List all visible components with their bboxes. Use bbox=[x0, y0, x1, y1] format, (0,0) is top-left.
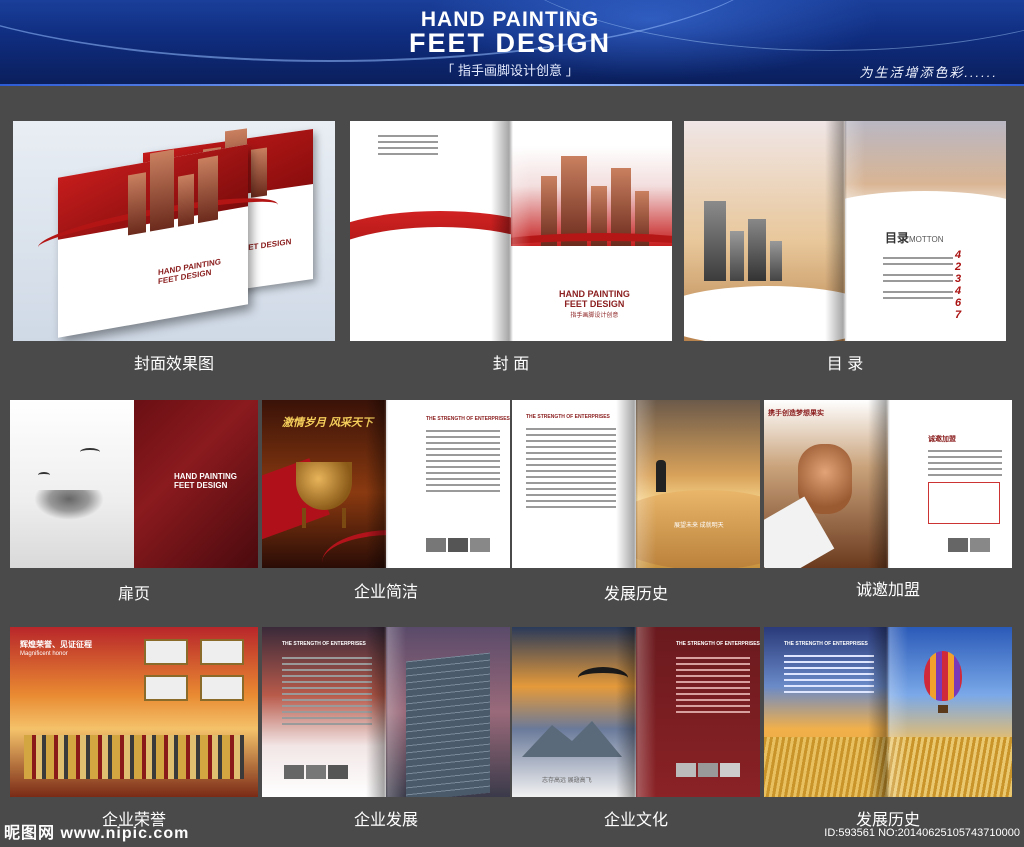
toc-heading: 目录 bbox=[885, 231, 910, 245]
join-heading: 诚邀加盟 bbox=[928, 436, 956, 443]
brand-line2: FEET DESIGN bbox=[564, 299, 625, 309]
panel-development[interactable]: THE STRENGTH OF ENTERPRISES bbox=[262, 627, 510, 797]
spread-brand: HAND PAINTING FEET DESIGN 指手画脚设计创意 bbox=[559, 289, 630, 321]
panel-join-us[interactable]: 携手创造梦想果实 诚邀加盟 bbox=[764, 400, 1012, 568]
header-title-line2: FEET DESIGN bbox=[408, 28, 612, 58]
title-page-brand: HAND PAINTING FEET DESIGN bbox=[174, 472, 237, 490]
toc-number: 4 bbox=[955, 249, 962, 261]
page-left bbox=[350, 121, 511, 341]
watermark-id: ID:593561 NO:20140625105743710000 bbox=[824, 827, 1020, 839]
section-heading: THE STRENGTH OF ENTERPRISES bbox=[676, 641, 760, 647]
mountain-shape bbox=[522, 721, 622, 757]
section-heading: THE STRENGTH OF ENTERPRISES bbox=[784, 641, 868, 647]
eagle-caption: 志存高远 展翅高飞 bbox=[542, 778, 592, 784]
header-banner: HAND PAINTING FEET DESIGN 「 指手画脚设计创意 」 为… bbox=[0, 0, 1024, 84]
section-heading: THE STRENGTH OF ENTERPRISES bbox=[526, 414, 610, 420]
page-left bbox=[10, 400, 134, 568]
honor-subheading: Magnificent honor bbox=[20, 651, 68, 657]
toc-number: 2 bbox=[955, 261, 962, 273]
hero-slogan: 激情岁月 风采天下 bbox=[282, 417, 374, 429]
toc-subheading: MOTTON bbox=[909, 235, 944, 244]
bird-shape bbox=[80, 448, 100, 456]
spine-fold bbox=[366, 400, 406, 568]
toc-number: 3 bbox=[955, 273, 962, 285]
spine-fold bbox=[616, 400, 656, 568]
toc-numbers: 4 2 3 4 6 7 bbox=[955, 249, 961, 321]
section-heading: THE STRENGTH OF ENTERPRISES bbox=[282, 641, 366, 647]
caption-toc: 目 录 bbox=[826, 356, 864, 373]
trophy-row bbox=[24, 735, 244, 779]
watermark-site: 昵图网 www.nipic.com bbox=[4, 825, 190, 842]
spine-fold bbox=[868, 400, 908, 568]
hot-air-balloon bbox=[924, 651, 962, 701]
spine-fold bbox=[366, 627, 406, 797]
toc-number: 7 bbox=[955, 309, 962, 321]
caption-company-intro: 企业简洁 bbox=[353, 584, 418, 601]
honor-heading: 辉煌荣誉、见证征程 bbox=[20, 640, 92, 649]
caption-cover: 封 面 bbox=[492, 356, 530, 373]
book-front-brand: HAND PAINTING FEET DESIGN bbox=[158, 257, 221, 286]
panel-honors[interactable]: 辉煌荣誉、见证征程 Magnificent honor bbox=[10, 627, 258, 797]
spine-fold bbox=[491, 121, 531, 341]
brand-line1: HAND PAINTING bbox=[559, 289, 630, 299]
caption-development: 企业发展 bbox=[353, 812, 418, 829]
panel-cover-mockup[interactable]: FEET DESIGN HAND PAINTING FEET DESIGN bbox=[13, 121, 335, 341]
header-tagline: 为生活增添色彩...... bbox=[859, 65, 998, 80]
book-front: HAND PAINTING FEET DESIGN bbox=[38, 144, 278, 338]
page-right: 目录 MOTTON 4 2 3 4 6 7 bbox=[845, 121, 1006, 341]
brand-line1: HAND PAINTING bbox=[174, 472, 237, 481]
caption-history: 发展历史 bbox=[603, 586, 668, 603]
bronze-vessel bbox=[296, 462, 352, 510]
caption-cover-mockup: 封面效果图 bbox=[133, 356, 214, 373]
cooperation-heading: 携手创造梦想果实 bbox=[768, 410, 824, 417]
panel-company-intro[interactable]: 激情岁月 风采天下 THE STRENGTH OF ENTERPRISES bbox=[262, 400, 510, 568]
panel-cover-spread[interactable]: HAND PAINTING FEET DESIGN 指手画脚设计创意 bbox=[350, 121, 672, 341]
header-subtitle: 「 指手画脚设计创意 」 bbox=[441, 63, 579, 78]
panel-toc[interactable]: 目录 MOTTON 4 2 3 4 6 7 bbox=[684, 121, 1006, 341]
panel-title-page[interactable]: HAND PAINTING FEET DESIGN bbox=[10, 400, 258, 568]
panel-history-balloon[interactable]: THE STRENGTH OF ENTERPRISES bbox=[764, 627, 1012, 797]
spine-fold bbox=[868, 627, 908, 797]
bird-shape bbox=[38, 472, 50, 478]
caption-title-page: 扉页 bbox=[117, 586, 150, 603]
page-left bbox=[684, 121, 845, 341]
caption-join-us: 诚邀加盟 bbox=[855, 582, 920, 599]
glass-tower bbox=[406, 652, 490, 797]
panel-culture[interactable]: 志存高远 展翅高飞 THE STRENGTH OF ENTERPRISES bbox=[512, 627, 760, 797]
header-divider bbox=[0, 84, 1024, 86]
panel-history-desert[interactable]: THE STRENGTH OF ENTERPRISES 展望未来 成就明天 bbox=[512, 400, 760, 568]
spine-fold bbox=[825, 121, 865, 341]
page-right: HAND PAINTING FEET DESIGN 指手画脚设计创意 bbox=[511, 121, 672, 341]
toc-number: 4 bbox=[955, 285, 962, 297]
brand-line2: FEET DESIGN bbox=[174, 481, 228, 490]
page-right: HAND PAINTING FEET DESIGN bbox=[134, 400, 258, 568]
hiker-silhouette bbox=[656, 460, 666, 492]
spine-fold bbox=[616, 627, 656, 797]
section-heading: THE STRENGTH OF ENTERPRISES bbox=[426, 416, 510, 422]
caption-culture: 企业文化 bbox=[603, 812, 668, 829]
brand-sub: 指手画脚设计创意 bbox=[570, 313, 619, 319]
desert-caption: 展望未来 成就明天 bbox=[674, 523, 724, 529]
toc-number: 6 bbox=[955, 297, 962, 309]
